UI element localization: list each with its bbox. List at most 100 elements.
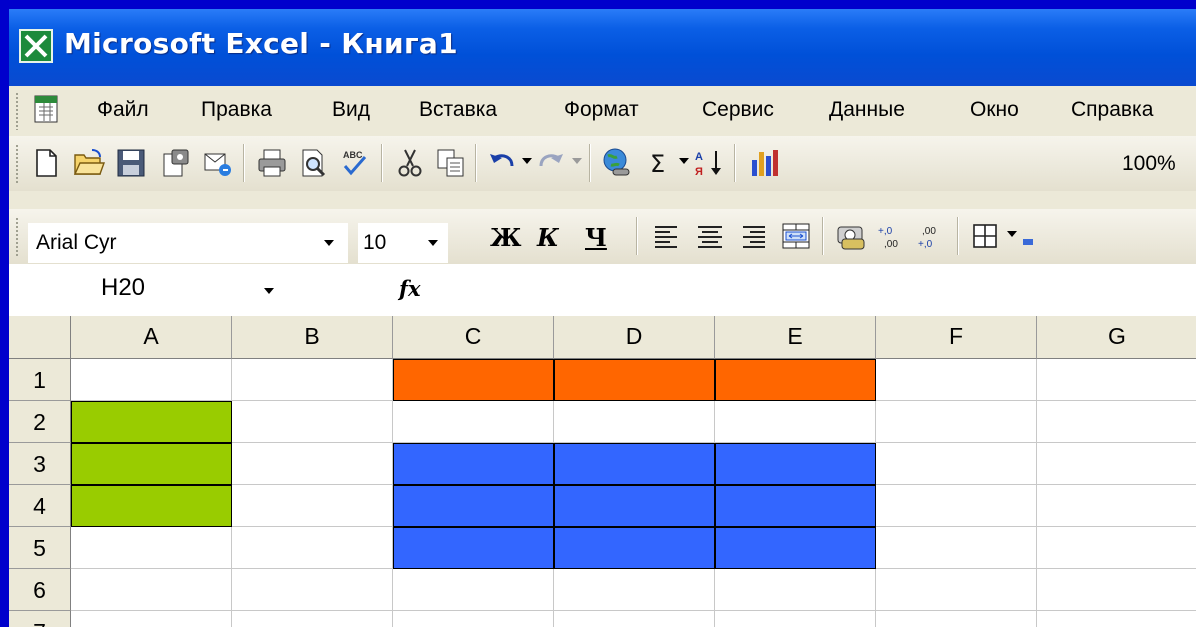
permission-icon[interactable] xyxy=(158,146,192,180)
cell-d4[interactable] xyxy=(554,485,715,527)
cell-a2[interactable] xyxy=(71,401,232,443)
cell-g6[interactable] xyxy=(1037,569,1196,611)
cell-g5[interactable] xyxy=(1037,527,1196,569)
menu-format[interactable]: Формат xyxy=(564,98,639,122)
cut-icon[interactable] xyxy=(393,146,427,180)
align-center-icon[interactable] xyxy=(693,219,727,253)
cell-a5[interactable] xyxy=(71,527,232,569)
cell-f2[interactable] xyxy=(876,401,1037,443)
undo-dropdown-arrow[interactable] xyxy=(522,158,532,164)
cell-f5[interactable] xyxy=(876,527,1037,569)
menu-help[interactable]: Справка xyxy=(1071,98,1153,122)
cell-c1[interactable] xyxy=(393,359,554,401)
chart-wizard-icon[interactable] xyxy=(747,146,781,180)
menu-insert[interactable]: Вставка xyxy=(419,98,497,122)
row-header-2[interactable]: 2 xyxy=(9,401,71,443)
name-box[interactable]: H20 xyxy=(9,264,279,316)
cell-e6[interactable] xyxy=(715,569,876,611)
cell-b6[interactable] xyxy=(232,569,393,611)
cell-g7[interactable] xyxy=(1037,611,1196,627)
cell-f3[interactable] xyxy=(876,443,1037,485)
borders-icon[interactable] xyxy=(969,219,1003,253)
font-name-box[interactable]: Arial Cyr xyxy=(28,223,348,263)
autosum-dropdown-arrow[interactable] xyxy=(679,158,689,164)
hyperlink-icon[interactable] xyxy=(599,146,633,180)
mail-icon[interactable] xyxy=(201,146,235,180)
italic-button[interactable]: К xyxy=(537,223,559,252)
menubar-grip[interactable] xyxy=(15,92,19,130)
cell-b7[interactable] xyxy=(232,611,393,627)
cell-c4[interactable] xyxy=(393,485,554,527)
select-all-corner[interactable] xyxy=(9,316,71,359)
cell-a6[interactable] xyxy=(71,569,232,611)
borders-dropdown-arrow[interactable] xyxy=(1007,231,1017,237)
cell-g2[interactable] xyxy=(1037,401,1196,443)
cell-a4[interactable] xyxy=(71,485,232,527)
column-header-b[interactable]: B xyxy=(232,316,393,359)
align-right-icon[interactable] xyxy=(736,219,770,253)
spelling-icon[interactable]: ABC xyxy=(339,146,373,180)
cell-g3[interactable] xyxy=(1037,443,1196,485)
menu-data[interactable]: Данные xyxy=(829,98,905,122)
cell-g4[interactable] xyxy=(1037,485,1196,527)
cell-g1[interactable] xyxy=(1037,359,1196,401)
cell-d1[interactable] xyxy=(554,359,715,401)
formula-input[interactable] xyxy=(437,264,1196,316)
autosum-icon[interactable]: Σ xyxy=(643,146,677,180)
currency-icon[interactable] xyxy=(834,219,868,253)
cell-d2[interactable] xyxy=(554,401,715,443)
cell-c2[interactable] xyxy=(393,401,554,443)
row-header-6[interactable]: 6 xyxy=(9,569,71,611)
cell-f6[interactable] xyxy=(876,569,1037,611)
cell-a7[interactable] xyxy=(71,611,232,627)
menu-edit[interactable]: Правка xyxy=(201,98,272,122)
font-dropdown-arrow[interactable] xyxy=(324,240,334,246)
workbook-control-icon[interactable] xyxy=(31,93,63,125)
cell-b1[interactable] xyxy=(232,359,393,401)
merge-center-icon[interactable] xyxy=(779,219,813,253)
row-header-1[interactable]: 1 xyxy=(9,359,71,401)
fill-color-icon[interactable] xyxy=(1023,239,1033,245)
increase-decimal-icon[interactable]: +,0,00 xyxy=(876,219,910,253)
cell-a3[interactable] xyxy=(71,443,232,485)
cell-d3[interactable] xyxy=(554,443,715,485)
cell-f1[interactable] xyxy=(876,359,1037,401)
cell-b2[interactable] xyxy=(232,401,393,443)
row-header-7[interactable]: 7 xyxy=(9,611,71,627)
column-header-f[interactable]: F xyxy=(876,316,1037,359)
underline-button[interactable]: Ч xyxy=(585,223,607,252)
cell-f7[interactable] xyxy=(876,611,1037,627)
cell-c3[interactable] xyxy=(393,443,554,485)
cell-b5[interactable] xyxy=(232,527,393,569)
column-header-d[interactable]: D xyxy=(554,316,715,359)
column-header-e[interactable]: E xyxy=(715,316,876,359)
save-icon[interactable] xyxy=(114,146,148,180)
open-icon[interactable] xyxy=(72,146,106,180)
title-bar[interactable]: Microsoft Excel - Книга1 xyxy=(9,9,1196,86)
font-size-box[interactable]: 10 xyxy=(358,223,448,263)
cell-d7[interactable] xyxy=(554,611,715,627)
menu-window[interactable]: Окно xyxy=(970,98,1019,122)
copy-icon[interactable] xyxy=(434,146,468,180)
sort-ascending-icon[interactable]: АЯ xyxy=(691,146,725,180)
decrease-decimal-icon[interactable]: ,00 +,0 xyxy=(916,219,950,253)
insert-function-button[interactable]: fx xyxy=(399,276,421,301)
cell-e1[interactable] xyxy=(715,359,876,401)
zoom-value[interactable]: 100% xyxy=(1122,152,1176,176)
cell-e5[interactable] xyxy=(715,527,876,569)
menu-tools[interactable]: Сервис xyxy=(702,98,774,122)
row-header-4[interactable]: 4 xyxy=(9,485,71,527)
cell-b3[interactable] xyxy=(232,443,393,485)
cell-f4[interactable] xyxy=(876,485,1037,527)
cell-e3[interactable] xyxy=(715,443,876,485)
column-header-g[interactable]: G xyxy=(1037,316,1196,359)
menu-file[interactable]: Файл xyxy=(97,98,149,122)
cell-c6[interactable] xyxy=(393,569,554,611)
print-preview-icon[interactable] xyxy=(297,146,331,180)
cell-d5[interactable] xyxy=(554,527,715,569)
cell-b4[interactable] xyxy=(232,485,393,527)
row-header-3[interactable]: 3 xyxy=(9,443,71,485)
cell-a1[interactable] xyxy=(71,359,232,401)
font-size-dropdown-arrow[interactable] xyxy=(428,240,438,246)
cell-d6[interactable] xyxy=(554,569,715,611)
